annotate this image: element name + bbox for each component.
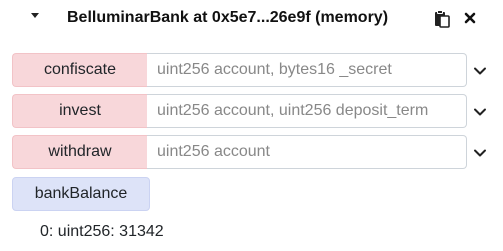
invest-button[interactable]: invest bbox=[12, 94, 147, 128]
chevron-down-icon[interactable] bbox=[473, 66, 487, 76]
confiscate-args-input[interactable] bbox=[147, 53, 467, 87]
confiscate-button[interactable]: confiscate bbox=[12, 53, 147, 87]
invest-args-input[interactable] bbox=[147, 94, 467, 128]
contract-instance-panel: BelluminarBank at 0x5e7...26e9f (memory)… bbox=[0, 0, 503, 251]
bank-balance-button[interactable]: bankBalance bbox=[12, 177, 150, 211]
call-result-value: 0: uint256: 31342 bbox=[40, 223, 164, 240]
chevron-down-icon[interactable] bbox=[473, 148, 487, 158]
instance-header: BelluminarBank at 0x5e7...26e9f (memory) bbox=[0, 0, 503, 38]
instance-title: BelluminarBank at 0x5e7...26e9f (memory) bbox=[67, 9, 389, 26]
function-row-invest: invest bbox=[12, 94, 467, 128]
chevron-down-icon[interactable] bbox=[473, 107, 487, 117]
clipboard-copy-icon[interactable] bbox=[434, 10, 450, 28]
caret-down-icon[interactable] bbox=[31, 13, 39, 18]
function-row-withdraw: withdraw bbox=[12, 135, 467, 169]
close-icon[interactable] bbox=[463, 11, 477, 25]
function-row-confiscate: confiscate bbox=[12, 53, 467, 87]
withdraw-button[interactable]: withdraw bbox=[12, 135, 147, 169]
withdraw-args-input[interactable] bbox=[147, 135, 467, 169]
